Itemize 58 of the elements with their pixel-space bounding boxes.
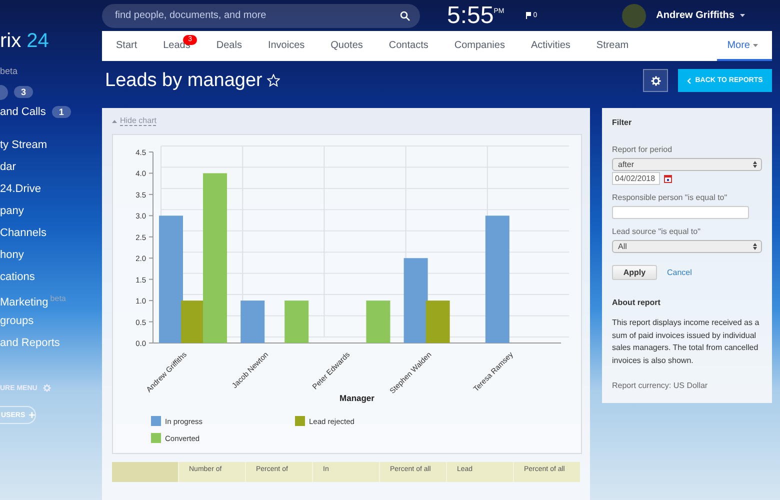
plus-icon [29, 412, 35, 418]
select-arrows-icon [753, 161, 757, 168]
counter-badge [0, 84, 8, 100]
table-header-cell [112, 462, 178, 482]
section-title: About report [612, 298, 662, 307]
menu-item[interactable]: pany [0, 200, 102, 222]
menu-item[interactable]: cations [0, 266, 102, 288]
menu-item[interactable]: hony [0, 244, 102, 266]
field-label: Responsible person "is equal to" [612, 193, 728, 202]
user-name[interactable]: Andrew Griffiths [656, 10, 734, 22]
apply-button[interactable]: Apply [612, 265, 657, 280]
beta-label: beta [0, 66, 19, 76]
nav-tab[interactable]: Companies [454, 31, 517, 62]
counter-badge: 1 [52, 106, 71, 118]
settings-icon [650, 76, 660, 86]
nav-tab[interactable]: Invoices [268, 31, 317, 62]
clock-time: 5:55 [447, 2, 494, 30]
menu-item[interactable]: dar [0, 156, 102, 178]
lead-source-select[interactable]: All [612, 240, 762, 253]
field-label: Report for period [612, 145, 674, 154]
select-arrows-icon [753, 243, 757, 250]
logo-text: rix 24 [0, 30, 50, 54]
counter-badge: 3 [14, 86, 34, 98]
field-label: Lead source "is equal to" [612, 227, 702, 236]
nav-tab[interactable]: Start [116, 31, 150, 62]
menu-item[interactable]: Marketing $^{beta}$ [0, 288, 102, 310]
filter-title: Filter [612, 118, 633, 127]
axis-title: Manager [340, 393, 374, 403]
chart-bar [366, 300, 390, 343]
chevron-left-icon [687, 78, 692, 84]
menu-item[interactable]: Channels [0, 222, 102, 244]
menu-item[interactable]: ty Stream [0, 134, 102, 156]
caret-icon [740, 14, 746, 18]
responsible-person-field[interactable] [612, 206, 749, 219]
period-select[interactable]: after [612, 158, 762, 171]
calendar-icon[interactable] [664, 174, 672, 182]
menu-item[interactable]: 24.Drive [0, 178, 102, 200]
menu-item[interactable]: and Calls [0, 106, 46, 118]
nav-tab[interactable]: Stream [596, 31, 641, 62]
flag-icon[interactable] [526, 12, 532, 20]
nav-tab[interactable]: Quotes [330, 31, 375, 62]
nav-tab[interactable]: Activities [530, 31, 582, 62]
nav-tab[interactable]: Deals [216, 31, 254, 62]
caret-up-icon [112, 120, 117, 122]
report-description: This report displays income received as a sum of paid invoices issued by individual sales managers. The total from cancelled invoices is also shown. [612, 317, 760, 366]
caret-icon [753, 44, 758, 47]
star-icon[interactable] [267, 74, 280, 88]
settings-button[interactable] [643, 69, 668, 92]
settings-icon [43, 384, 52, 392]
report-currency: Report currency: US Dollar [612, 381, 709, 390]
nav-tab[interactable]: Contacts [388, 31, 440, 62]
page-title: Leads by manager [105, 70, 262, 92]
cancel-link[interactable]: Cancel [667, 268, 692, 277]
nav-tab[interactable]: More [717, 31, 772, 62]
search-icon [400, 10, 410, 21]
chart-bar [240, 300, 265, 343]
chart-bar [284, 300, 309, 343]
date-field[interactable]: 04/02/2018 [612, 172, 660, 185]
